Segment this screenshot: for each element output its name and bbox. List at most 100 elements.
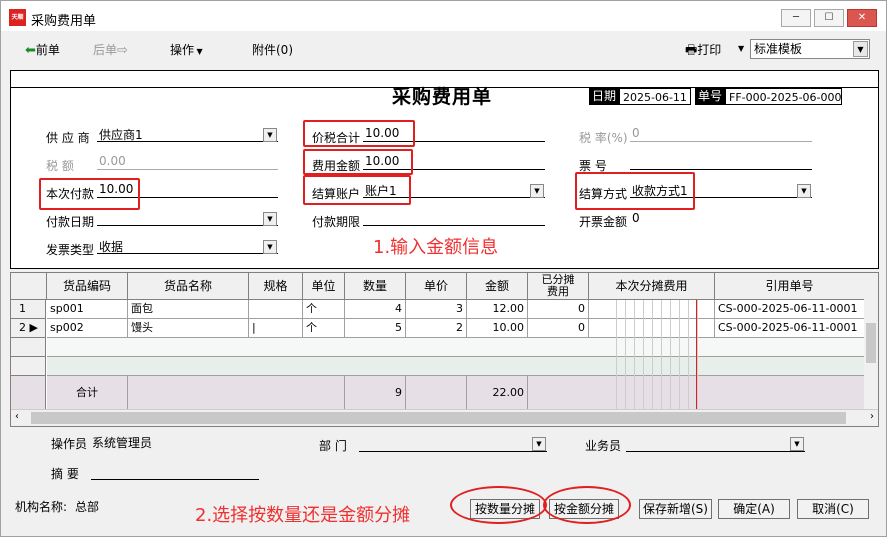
document-title: 采购费用单 — [392, 86, 493, 108]
allocation-gridlines — [608, 300, 698, 410]
cell-ref[interactable]: CS-000-2025-06-11-0001 — [715, 300, 865, 319]
scroll-thumb[interactable] — [866, 323, 876, 363]
annotation-2: 2.选择按数量还是金额分摊 — [195, 505, 411, 526]
cell-name[interactable]: 面包 — [128, 300, 249, 319]
annotation-1: 1.输入金额信息 — [373, 237, 499, 258]
col-header-spec[interactable]: 规格 — [249, 273, 303, 300]
dept-field[interactable] — [359, 434, 547, 452]
print-dropdown-icon[interactable]: ▼ — [738, 44, 744, 53]
cell-unit[interactable]: 个 — [303, 300, 345, 319]
col-header-allocated[interactable]: 已分摊费用 — [528, 273, 589, 300]
prev-label: 前单 — [35, 43, 60, 57]
cell-price[interactable]: 2 — [406, 319, 467, 338]
maximize-button[interactable]: ☐ — [814, 9, 844, 27]
empty-row[interactable] — [47, 357, 865, 376]
row-header-empty[interactable] — [11, 357, 46, 376]
items-grid[interactable]: 货品编码 货品名称 规格 单位 数量 单价 金额 已分摊费用 本次分摊费用 引用… — [10, 272, 879, 427]
vertical-scrollbar[interactable] — [864, 273, 878, 409]
tax-amount-value: 0.00 — [99, 154, 126, 168]
cell-allocated[interactable]: 0 — [528, 300, 589, 319]
row-header-1[interactable]: 1 — [11, 300, 46, 319]
highlight-total-tax — [303, 120, 415, 147]
chevron-left-icon[interactable]: ‹ — [15, 411, 19, 422]
supplier-dropdown-icon[interactable]: ▼ — [263, 128, 277, 142]
tax-rate-field[interactable]: 0 — [630, 124, 812, 142]
account-dropdown-icon[interactable]: ▼ — [530, 184, 544, 198]
invoice-type-value: 收据 — [99, 240, 124, 254]
highlight-method — [575, 172, 695, 210]
cell-spec[interactable] — [249, 300, 303, 319]
cell-allocated[interactable]: 0 — [528, 319, 589, 338]
method-dropdown-icon[interactable]: ▼ — [797, 184, 811, 198]
invoice-type-dropdown-icon[interactable]: ▼ — [263, 240, 277, 254]
total-filler — [128, 376, 345, 410]
col-header-code[interactable]: 货品编码 — [47, 273, 128, 300]
col-header-this-alloc[interactable]: 本次分摊费用 — [589, 273, 715, 300]
tax-rate-value: 0 — [632, 126, 640, 140]
dept-label: 部 门 — [319, 439, 347, 453]
supplier-value: 供应商1 — [99, 128, 143, 142]
cell-amount[interactable]: 10.00 — [467, 319, 528, 338]
doc-no-field[interactable]: FF-000-2025-06-0001 — [725, 88, 842, 105]
cell-code[interactable]: sp001 — [47, 300, 128, 319]
cell-qty[interactable]: 5 — [345, 319, 406, 338]
cell-unit[interactable]: 个 — [303, 319, 345, 338]
ok-button[interactable]: 确定(A) — [718, 499, 790, 519]
invoice-type-field[interactable]: 收据 — [97, 236, 278, 254]
cell-ref[interactable]: CS-000-2025-06-11-0001 — [715, 319, 865, 338]
title-bar: 天顺 采购费用单 ─ ☐ ✕ — [1, 1, 886, 31]
cell-code[interactable]: sp002 — [47, 319, 128, 338]
col-header-ref[interactable]: 引用单号 — [715, 273, 865, 300]
arrow-right-icon: ⇨ — [117, 43, 128, 58]
supplier-field[interactable]: 供应商1 — [97, 124, 278, 142]
minimize-button[interactable]: ─ — [781, 9, 811, 27]
total-filler — [406, 376, 467, 410]
col-header-qty[interactable]: 数量 — [345, 273, 406, 300]
total-label: 合计 — [47, 376, 128, 410]
salesman-label: 业务员 — [585, 439, 622, 453]
operator-label: 操作员 — [51, 437, 88, 451]
print-button[interactable]: 🖶打印 — [685, 41, 721, 63]
pay-date-field[interactable] — [97, 208, 278, 226]
dept-dropdown-icon[interactable]: ▼ — [532, 437, 546, 451]
no-label: 单号 — [695, 88, 726, 105]
highlight-by-amount — [543, 486, 631, 524]
cancel-button[interactable]: 取消(C) — [797, 499, 869, 519]
close-button[interactable]: ✕ — [847, 9, 877, 27]
scroll-thumb[interactable] — [31, 412, 846, 424]
empty-row[interactable] — [47, 338, 865, 357]
pay-date-dropdown-icon[interactable]: ▼ — [263, 212, 277, 226]
salesman-dropdown-icon[interactable]: ▼ — [790, 437, 804, 451]
row-header-empty[interactable] — [11, 338, 46, 357]
date-label: 日期 — [589, 88, 620, 105]
attach-button[interactable]: 附件(0) — [252, 41, 293, 58]
save-new-button[interactable]: 保存新增(S) — [639, 499, 712, 519]
col-header-name[interactable]: 货品名称 — [128, 273, 249, 300]
row-header-2[interactable]: 2 ▶ — [11, 319, 46, 338]
tax-amount-field[interactable]: 0.00 — [97, 152, 278, 170]
ticket-no-field[interactable] — [630, 152, 812, 170]
invoice-amount-value: 0 — [632, 211, 640, 225]
cell-spec[interactable]: | — [249, 319, 303, 338]
summary-field[interactable] — [91, 462, 259, 480]
col-header-unit[interactable]: 单位 — [303, 273, 345, 300]
cell-qty[interactable]: 4 — [345, 300, 406, 319]
col-header-price[interactable]: 单价 — [406, 273, 467, 300]
template-select[interactable]: 标准模板 ▼ — [750, 39, 870, 59]
col-header-amount[interactable]: 金额 — [467, 273, 528, 300]
prev-button[interactable]: ⬅前单 — [25, 41, 60, 58]
cell-name[interactable]: 馒头 — [128, 319, 249, 338]
ops-menu-button[interactable]: 操作 ▼ — [170, 41, 203, 58]
horizontal-scrollbar[interactable]: ‹ › — [11, 409, 878, 426]
next-button[interactable]: 后单⇨ — [93, 41, 128, 58]
operator-value: 系统管理员 — [92, 436, 153, 450]
salesman-field[interactable] — [626, 434, 805, 452]
chevron-right-icon[interactable]: › — [870, 411, 874, 422]
printer-icon: 🖶 — [685, 43, 698, 58]
invoice-type-label: 发票类型 — [46, 243, 95, 257]
red-gridline — [696, 300, 697, 410]
date-field[interactable]: 2025-06-11 — [619, 88, 691, 105]
cell-amount[interactable]: 12.00 — [467, 300, 528, 319]
cell-price[interactable]: 3 — [406, 300, 467, 319]
pay-period-field[interactable] — [363, 208, 545, 226]
